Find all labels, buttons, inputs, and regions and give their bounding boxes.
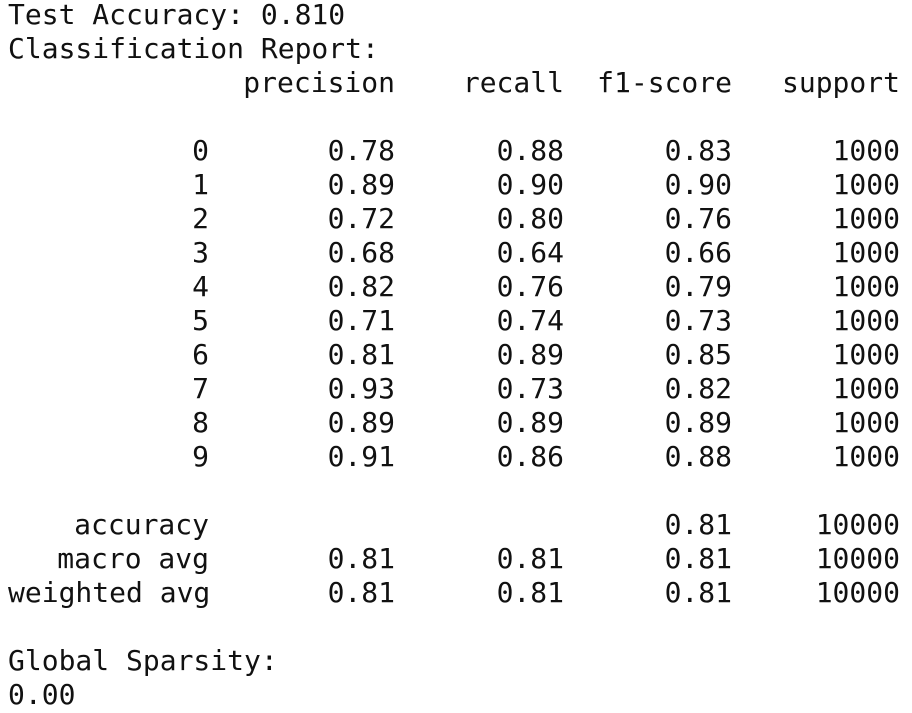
precision-value: 0.82 xyxy=(327,270,395,303)
precision-value: 0.68 xyxy=(327,236,395,269)
f1-score-value: 0.81 xyxy=(664,576,732,609)
row-label: accuracy xyxy=(74,508,209,541)
class-row: 8 0.89 0.89 0.89 1000 xyxy=(8,406,908,440)
f1-score-value: 0.89 xyxy=(664,406,732,439)
class-rows: 0 0.78 0.88 0.83 1000 1 0.89 0.90 0.90 1000 2 0.72 0… xyxy=(8,134,908,474)
row-label: 8 xyxy=(192,406,209,439)
support-value: 1000 xyxy=(832,304,900,337)
precision-value: 0.91 xyxy=(327,440,395,473)
test-accuracy-line: Test Accuracy: 0.810 xyxy=(8,0,346,31)
f1-score-value: 0.88 xyxy=(664,440,732,473)
precision-value: 0.81 xyxy=(327,542,395,575)
support-value: 1000 xyxy=(832,440,900,473)
recall-value: 0.74 xyxy=(496,304,564,337)
header-support: support xyxy=(781,66,900,99)
row-label: 5 xyxy=(192,304,209,337)
f1-score-value: 0.76 xyxy=(664,202,732,235)
row-label: 1 xyxy=(192,168,209,201)
support-value: 10000 xyxy=(815,542,900,575)
header-f1-score: f1-score xyxy=(597,66,732,99)
f1-score-value: 0.81 xyxy=(664,542,732,575)
row-label: 3 xyxy=(192,236,209,269)
class-row: 5 0.71 0.74 0.73 1000 xyxy=(8,304,908,338)
global-sparsity-value: 0.00 xyxy=(8,678,76,711)
row-label: 4 xyxy=(192,270,209,303)
class-row: 9 0.91 0.86 0.88 1000 xyxy=(8,440,908,474)
precision-value: 0.78 xyxy=(327,134,395,167)
header-precision: precision xyxy=(243,66,395,99)
row-label: 0 xyxy=(192,134,209,167)
f1-score-value: 0.66 xyxy=(664,236,732,269)
recall-value: 0.90 xyxy=(496,168,564,201)
precision-value: 0.93 xyxy=(327,372,395,405)
f1-score-value: 0.79 xyxy=(664,270,732,303)
summary-row: macro avg 0.81 0.81 0.81 10000 xyxy=(8,542,908,576)
f1-score-value: 0.81 xyxy=(664,508,732,541)
support-value: 1000 xyxy=(832,406,900,439)
report-title: Classification Report: xyxy=(8,32,379,65)
support-value: 1000 xyxy=(832,168,900,201)
class-row: 7 0.93 0.73 0.82 1000 xyxy=(8,372,908,406)
support-value: 1000 xyxy=(832,134,900,167)
row-label: 6 xyxy=(192,338,209,371)
row-label: weighted avg xyxy=(8,576,211,609)
f1-score-value: 0.73 xyxy=(664,304,732,337)
recall-value: 0.86 xyxy=(496,440,564,473)
class-row: 4 0.82 0.76 0.79 1000 xyxy=(8,270,908,304)
support-value: 10000 xyxy=(815,508,900,541)
recall-value: 0.76 xyxy=(496,270,564,303)
recall-value: 0.64 xyxy=(496,236,564,269)
precision-value: 0.89 xyxy=(327,168,395,201)
row-label: 2 xyxy=(192,202,209,235)
summary-rows: accuracy 0.81 10000 macro avg 0.81 0.81 0.81 10… xyxy=(8,508,908,610)
recall-value: 0.81 xyxy=(496,542,564,575)
class-row: 2 0.72 0.80 0.76 1000 xyxy=(8,202,908,236)
class-row: 0 0.78 0.88 0.83 1000 xyxy=(8,134,908,168)
recall-value: 0.81 xyxy=(496,576,564,609)
support-value: 10000 xyxy=(815,576,900,609)
report-header-row: precision recall f1-score support xyxy=(8,66,908,100)
precision-value: 0.81 xyxy=(327,576,395,609)
console-output: Test Accuracy: 0.810 Classification Repo… xyxy=(8,0,908,712)
recall-value: 0.88 xyxy=(496,134,564,167)
support-value: 1000 xyxy=(832,236,900,269)
recall-value: 0.80 xyxy=(496,202,564,235)
recall-value: 0.89 xyxy=(496,406,564,439)
class-row: 1 0.89 0.90 0.90 1000 xyxy=(8,168,908,202)
support-value: 1000 xyxy=(832,372,900,405)
summary-row: accuracy 0.81 10000 xyxy=(8,508,908,542)
f1-score-value: 0.85 xyxy=(664,338,732,371)
support-value: 1000 xyxy=(832,202,900,235)
global-sparsity-title: Global Sparsity: xyxy=(8,644,278,677)
precision-value: 0.81 xyxy=(327,338,395,371)
summary-row: weighted avg 0.81 0.81 0.81 10000 xyxy=(8,576,908,610)
support-value: 1000 xyxy=(832,338,900,371)
row-label: 7 xyxy=(192,372,209,405)
precision-value: 0.72 xyxy=(327,202,395,235)
class-row: 3 0.68 0.64 0.66 1000 xyxy=(8,236,908,270)
header-recall: recall xyxy=(462,66,564,99)
f1-score-value: 0.83 xyxy=(664,134,732,167)
row-label: macro avg xyxy=(57,542,209,575)
precision-value: 0.89 xyxy=(327,406,395,439)
support-value: 1000 xyxy=(832,270,900,303)
f1-score-value: 0.90 xyxy=(664,168,732,201)
recall-value: 0.89 xyxy=(496,338,564,371)
f1-score-value: 0.82 xyxy=(664,372,732,405)
recall-value: 0.73 xyxy=(496,372,564,405)
precision-value: 0.71 xyxy=(327,304,395,337)
row-label: 9 xyxy=(192,440,209,473)
class-row: 6 0.81 0.89 0.85 1000 xyxy=(8,338,908,372)
